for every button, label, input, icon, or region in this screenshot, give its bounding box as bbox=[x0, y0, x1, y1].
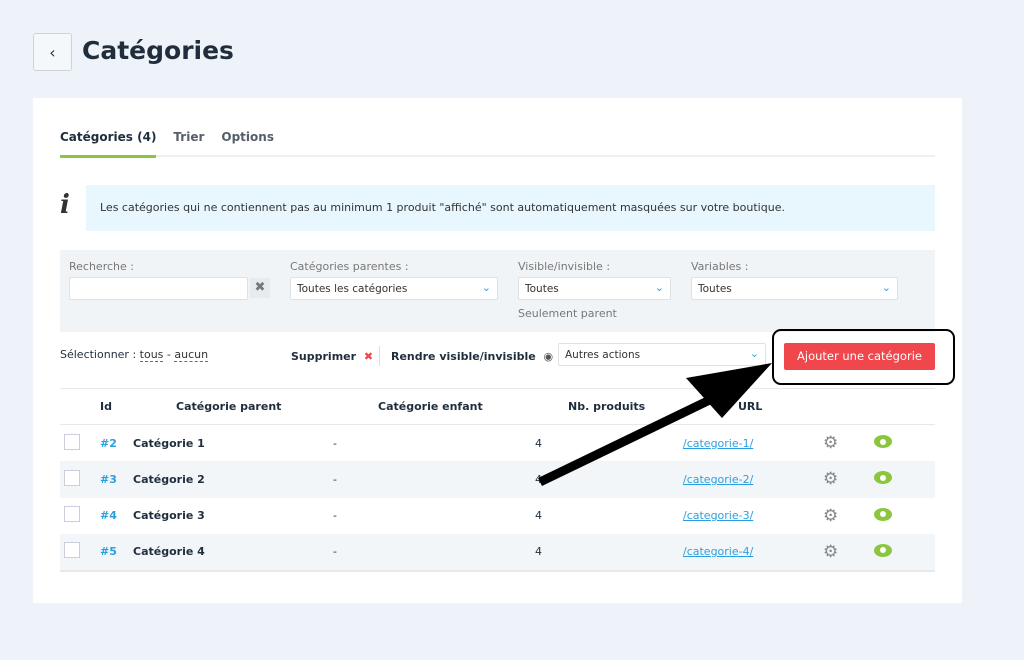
annotation-arrow bbox=[538, 363, 772, 487]
